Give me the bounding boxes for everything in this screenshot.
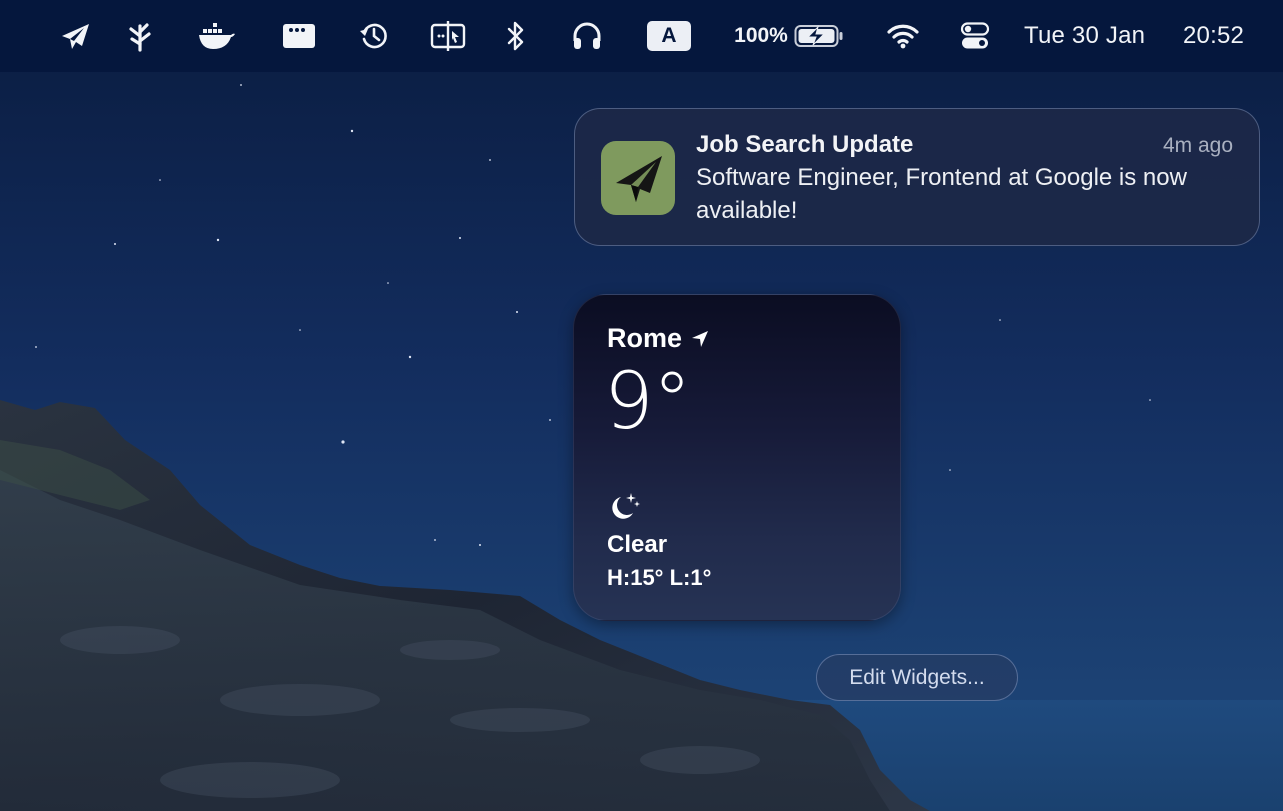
menubar-date[interactable]: Tue 30 Jan bbox=[1024, 0, 1170, 72]
menu-bar: A 100% Tue 30 Jan 20:52 bbox=[0, 0, 1283, 72]
split-screen-icon[interactable] bbox=[430, 0, 466, 72]
branch-icon[interactable] bbox=[125, 0, 155, 72]
headphones-icon[interactable] bbox=[570, 0, 604, 72]
input-source-menu[interactable]: A bbox=[647, 0, 691, 72]
notification-time: 4m ago bbox=[1162, 134, 1233, 157]
paper-plane-icon bbox=[616, 156, 662, 202]
paper-plane-icon[interactable] bbox=[58, 0, 92, 72]
time-text: 20:52 bbox=[1183, 22, 1245, 49]
notification-body: Software Engineer, Frontend at Google is… bbox=[696, 164, 1187, 224]
bluetooth-icon[interactable] bbox=[503, 0, 529, 72]
weather-condition: Clear bbox=[607, 531, 668, 558]
date-text: Tue 30 Jan bbox=[1024, 22, 1146, 49]
window-dots-icon[interactable] bbox=[282, 0, 316, 72]
menubar-clock[interactable]: 20:52 bbox=[1183, 0, 1263, 72]
current-temperature: 9° bbox=[604, 357, 692, 447]
notification-card[interactable]: Job Search Update 4m ago Software Engine… bbox=[574, 108, 1260, 246]
battery-percent: 100% bbox=[734, 24, 788, 47]
app-icon bbox=[601, 141, 675, 215]
weather-widget[interactable]: Rome 9° Clear H:15° L:1° bbox=[573, 294, 901, 621]
battery-charging-icon bbox=[794, 25, 843, 47]
battery-status[interactable]: 100% bbox=[728, 0, 850, 72]
moon-stars-icon bbox=[607, 491, 641, 528]
city-name: Rome bbox=[607, 323, 683, 353]
high-low-temperature: H:15° L:1° bbox=[607, 565, 712, 590]
edit-widgets-button[interactable]: Edit Widgets... bbox=[816, 654, 1018, 701]
time-machine-icon[interactable] bbox=[358, 0, 390, 72]
notification-title: Job Search Update bbox=[696, 131, 914, 158]
input-source-badge: A bbox=[647, 21, 691, 51]
docker-icon[interactable] bbox=[196, 0, 238, 72]
weather-location: Rome bbox=[607, 323, 710, 354]
location-arrow-icon bbox=[692, 330, 709, 347]
control-center-icon[interactable] bbox=[960, 0, 990, 72]
wifi-icon[interactable] bbox=[886, 0, 920, 72]
